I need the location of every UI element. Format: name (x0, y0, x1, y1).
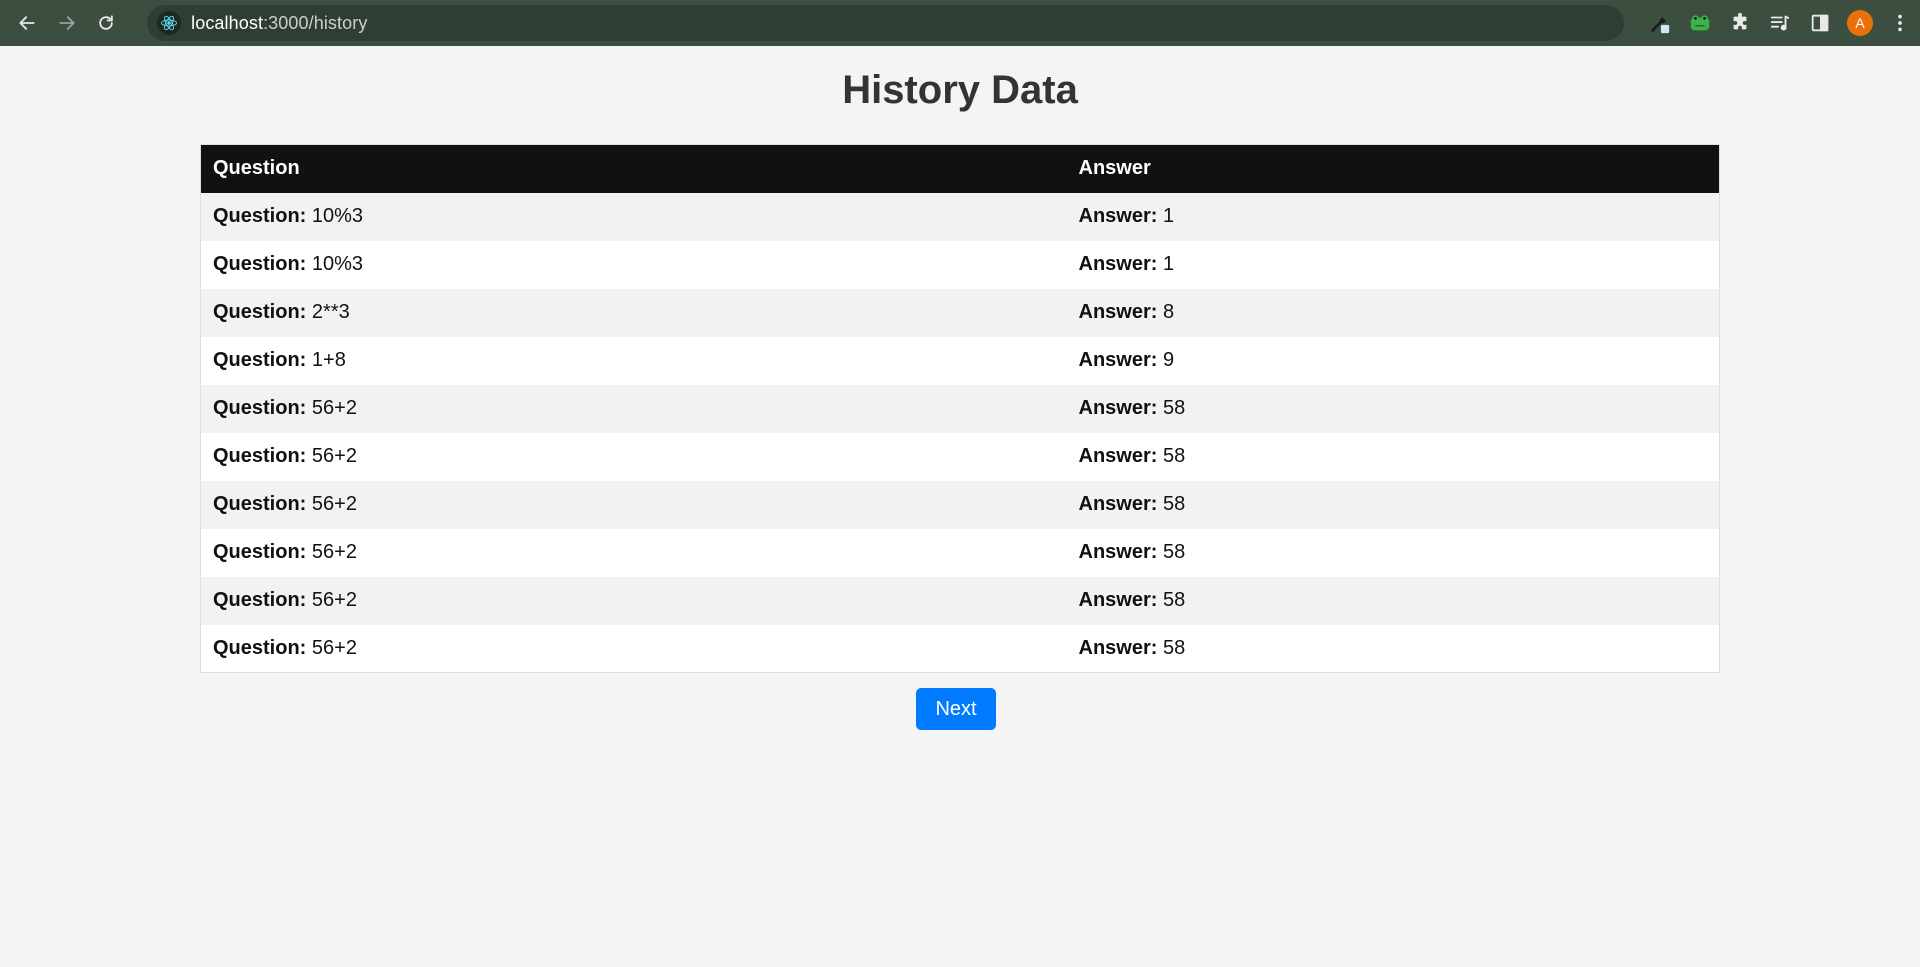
table-row: Question: 56+2 Answer: 58 (200, 480, 1720, 529)
answer-label: Answer: (1078, 445, 1158, 467)
question-cell: Question: 56+2 (201, 529, 1067, 577)
table-header-row: Question Answer (200, 144, 1720, 193)
table-row: Question: 56+2 Answer: 58 (200, 384, 1720, 433)
answer-label: Answer: (1078, 349, 1158, 371)
table-row: Question: 56+2 Answer: 58 (200, 576, 1720, 625)
answer-label: Answer: (1078, 205, 1158, 227)
table-row: Question: 10%3 Answer: 1 (200, 192, 1720, 241)
question-value: 10%3 (311, 205, 364, 227)
answer-value: 8 (1162, 301, 1175, 323)
answer-value: 58 (1162, 589, 1186, 611)
question-value: 56+2 (311, 397, 357, 419)
more-vert-icon[interactable] (1880, 5, 1920, 41)
answer-cell: Answer: 8 (1067, 289, 1720, 337)
answer-label: Answer: (1078, 301, 1158, 323)
eyedropper-icon[interactable] (1640, 5, 1680, 41)
answer-label: Answer: (1078, 493, 1158, 515)
question-value: 2**3 (311, 301, 350, 323)
answer-cell: Answer: 9 (1067, 337, 1720, 385)
question-label: Question: (213, 445, 307, 467)
frog-extension-icon[interactable] (1680, 5, 1720, 41)
answer-label: Answer: (1078, 541, 1158, 563)
question-cell: Question: 56+2 (201, 481, 1067, 529)
address-bar[interactable]: localhost:3000/history (147, 5, 1625, 41)
question-cell: Question: 56+2 (201, 433, 1067, 481)
question-label: Question: (213, 301, 307, 323)
table-row: Question: 56+2 Answer: 58 (200, 624, 1720, 673)
answer-value: 58 (1162, 541, 1186, 563)
answer-cell: Answer: 58 (1067, 481, 1720, 529)
answer-label: Answer: (1078, 589, 1158, 611)
history-table-body: Question: 10%3 Answer: 1 Question: 10%3 Ans… (200, 192, 1720, 673)
forward-arrow-icon[interactable] (50, 6, 84, 40)
table-row: Question: 1+8 Answer: 9 (200, 336, 1720, 385)
answer-column-header: Answer (1066, 144, 1720, 193)
answer-cell: Answer: 58 (1067, 385, 1720, 433)
question-value: 56+2 (311, 445, 357, 467)
question-cell: Question: 56+2 (201, 385, 1067, 433)
question-cell: Question: 10%3 (201, 241, 1067, 289)
side-panel-icon[interactable] (1800, 5, 1840, 41)
next-button[interactable]: Next (916, 688, 996, 730)
answer-value: 58 (1162, 445, 1186, 467)
question-value: 56+2 (311, 493, 357, 515)
url-host: localhost (191, 12, 264, 33)
question-value: 10%3 (311, 253, 364, 275)
profile-avatar[interactable]: A (1840, 5, 1880, 41)
question-label: Question: (213, 205, 307, 227)
answer-value: 1 (1162, 205, 1175, 227)
answer-value: 58 (1162, 636, 1186, 659)
question-cell: Question: 10%3 (201, 193, 1067, 241)
question-value: 56+2 (311, 589, 357, 611)
question-label: Question: (213, 349, 307, 371)
question-cell: Question: 56+2 (201, 625, 1067, 673)
question-cell: Question: 2**3 (201, 289, 1067, 337)
answer-cell: Answer: 58 (1067, 433, 1720, 481)
history-table: Question Answer Question: 10%3 Answer: 1Q… (200, 144, 1720, 673)
answer-cell: Answer: 1 (1067, 241, 1720, 289)
answer-cell: Answer: 58 (1067, 577, 1720, 625)
question-value: 56+2 (311, 541, 357, 563)
reload-icon[interactable] (89, 6, 123, 40)
question-label: Question: (213, 541, 307, 563)
url-path: :3000/history (263, 12, 368, 33)
url-text[interactable]: localhost:3000/history (191, 13, 367, 34)
answer-value: 58 (1162, 493, 1186, 515)
question-label: Question: (213, 253, 307, 275)
question-label: Question: (213, 589, 307, 611)
answer-value: 58 (1162, 397, 1186, 419)
back-arrow-icon[interactable] (10, 6, 44, 40)
question-value: 1+8 (311, 349, 346, 371)
answer-value: 1 (1162, 253, 1175, 275)
react-site-icon (157, 11, 182, 35)
question-value: 56+2 (311, 636, 357, 659)
answer-value: 9 (1162, 349, 1175, 371)
table-row: Question: 56+2 Answer: 58 (200, 432, 1720, 481)
question-label: Question: (213, 493, 307, 515)
answer-label: Answer: (1078, 636, 1158, 659)
reading-list-icon[interactable] (1760, 5, 1800, 41)
question-label: Question: (213, 636, 307, 659)
page-content: History Data Question Answer Question: 1… (0, 46, 1920, 967)
question-cell: Question: 56+2 (201, 577, 1067, 625)
browser-toolbar: localhost:3000/history A (0, 0, 1920, 46)
answer-label: Answer: (1078, 397, 1158, 419)
puzzle-extensions-icon[interactable] (1720, 5, 1760, 41)
answer-label: Answer: (1078, 253, 1158, 275)
table-row: Question: 10%3 Answer: 1 (200, 240, 1720, 289)
extensions-area: A (1640, 5, 1920, 41)
question-cell: Question: 1+8 (201, 337, 1067, 385)
answer-cell: Answer: 58 (1067, 529, 1720, 577)
answer-cell: Answer: 58 (1067, 625, 1720, 673)
table-row: Question: 2**3 Answer: 8 (200, 288, 1720, 337)
avatar: A (1847, 10, 1874, 36)
question-column-header: Question (200, 144, 1067, 193)
table-row: Question: 56+2 Answer: 58 (200, 528, 1720, 577)
answer-cell: Answer: 1 (1067, 193, 1720, 241)
page-title: History Data (842, 68, 1078, 112)
question-label: Question: (213, 397, 307, 419)
